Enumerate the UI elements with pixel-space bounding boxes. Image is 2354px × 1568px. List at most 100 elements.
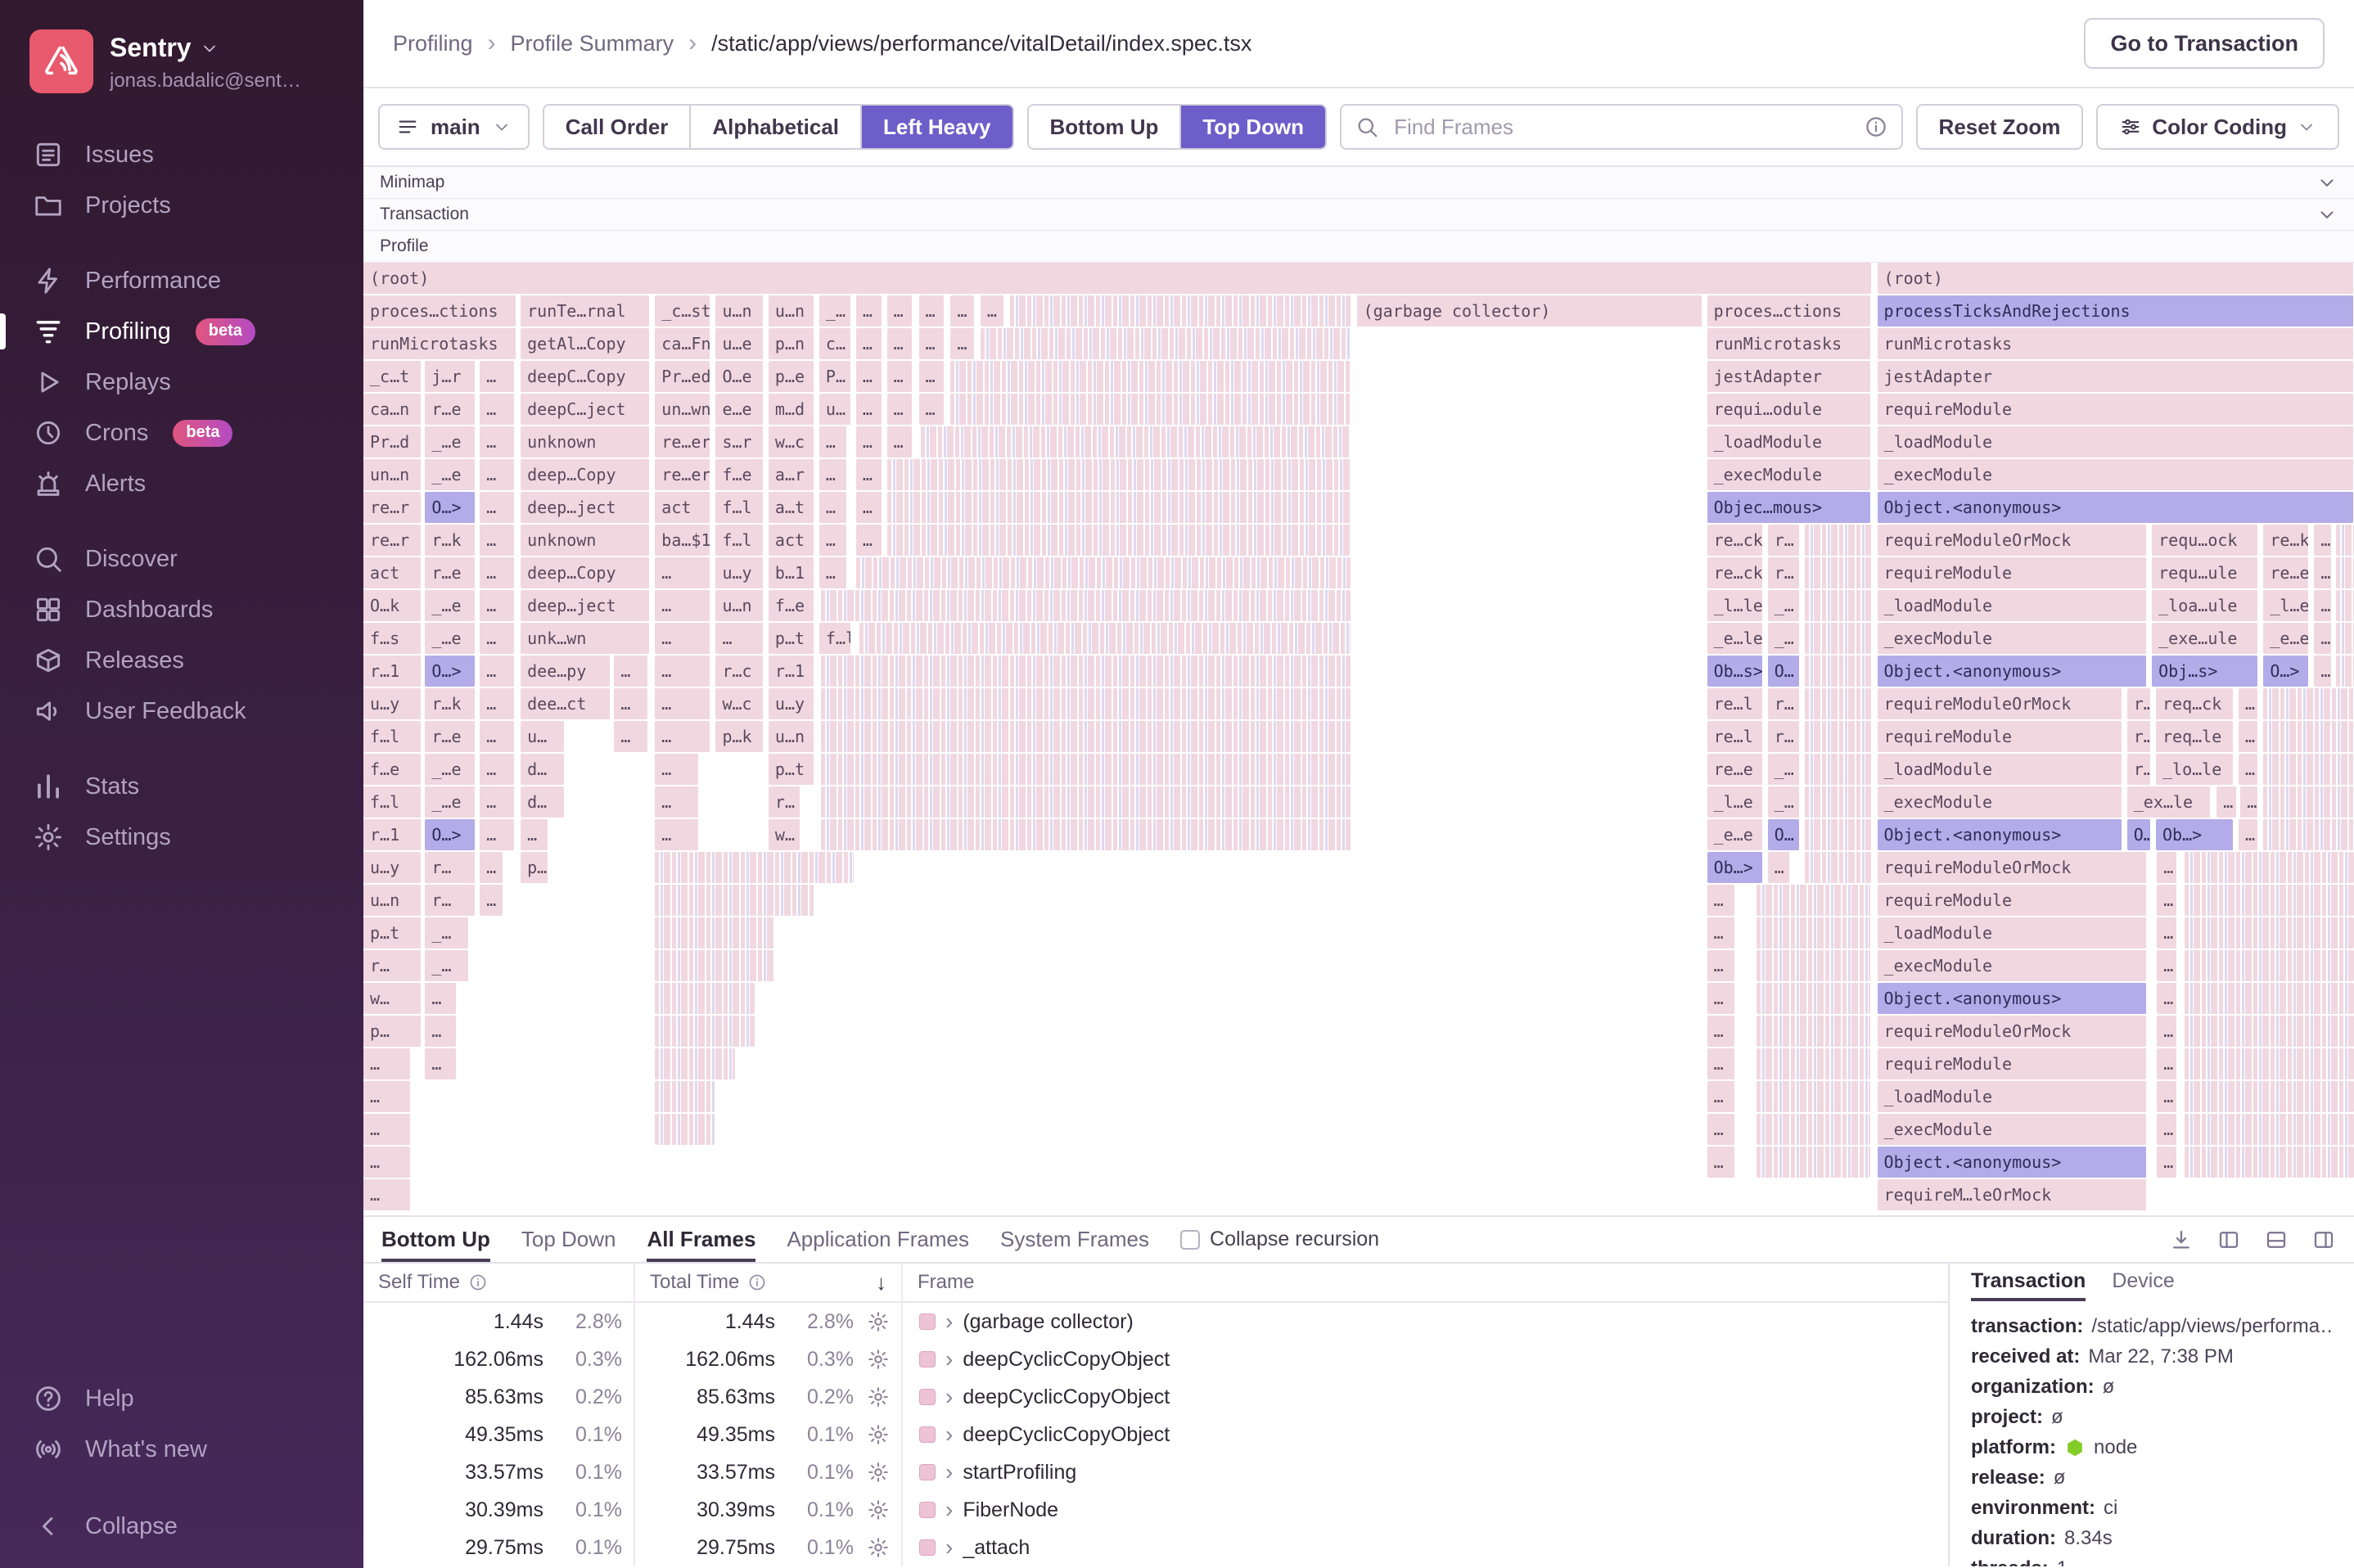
sidebar-item-user-feedback[interactable]: User Feedback bbox=[0, 686, 363, 737]
flame-frame-unknown[interactable]: unknown bbox=[521, 525, 651, 556]
flame-frame-req-le[interactable]: req…le bbox=[2156, 721, 2234, 752]
flame-frame-[interactable]: … bbox=[480, 525, 515, 556]
flame-frame-re-r[interactable]: re…r bbox=[363, 492, 422, 523]
flame-frame-[interactable]: … bbox=[1707, 1048, 1735, 1079]
flame-frame-[interactable]: … bbox=[818, 459, 847, 490]
expand-chevron-icon[interactable]: › bbox=[945, 1498, 953, 1521]
flame-frame-[interactable]: … bbox=[614, 721, 648, 752]
flame-frame-[interactable]: … bbox=[1767, 852, 1790, 883]
flame-frame-[interactable]: … bbox=[2238, 754, 2259, 785]
flame-frame-[interactable]: … bbox=[918, 394, 945, 425]
flame-frame-[interactable]: … bbox=[614, 656, 648, 687]
breadcrumb-profile-summary[interactable]: Profile Summary bbox=[511, 31, 674, 56]
flame-frame-[interactable]: … bbox=[2238, 721, 2259, 752]
flame-frame-execmodule[interactable]: _execModule bbox=[1877, 623, 2148, 654]
total-time-info-icon[interactable] bbox=[747, 1273, 767, 1292]
flame-frame-[interactable]: … bbox=[855, 525, 882, 556]
thread-selector[interactable]: main bbox=[378, 104, 530, 150]
flame-frame-re-er[interactable]: re…er bbox=[655, 459, 711, 490]
flame-frame-u-n[interactable]: u…n bbox=[715, 295, 764, 327]
sidebar-item-alerts[interactable]: Alerts bbox=[0, 458, 363, 509]
flame-frame-d[interactable]: d… bbox=[521, 786, 565, 818]
flame-frame-[interactable]: … bbox=[855, 492, 882, 523]
flame-frame-[interactable]: … bbox=[480, 721, 515, 752]
self-time-header[interactable]: Self Time bbox=[363, 1264, 635, 1301]
search-info-icon[interactable] bbox=[1864, 115, 1888, 139]
flame-frame-objec-mous[interactable]: Objec…mous> bbox=[1707, 492, 1872, 523]
flame-frame-r[interactable]: r… bbox=[425, 852, 476, 883]
flame-frame-[interactable]: … bbox=[886, 328, 913, 359]
flame-frame-r-e[interactable]: r…e bbox=[425, 394, 476, 425]
flame-frame-jestadapter[interactable]: jestAdapter bbox=[1877, 361, 2354, 392]
flame-frame-loadmodule[interactable]: _loadModule bbox=[1877, 590, 2148, 621]
flame-frame-[interactable]: … bbox=[2314, 656, 2333, 687]
flame-frame-[interactable]: … bbox=[480, 819, 515, 850]
flame-frame-[interactable]: … bbox=[655, 819, 699, 850]
flame-frame-[interactable]: … bbox=[2157, 983, 2177, 1014]
flame-frame-un-n[interactable]: un…n bbox=[363, 459, 422, 490]
flame-frame-[interactable]: … bbox=[425, 1016, 458, 1047]
flame-frame-[interactable]: _… bbox=[1767, 590, 1800, 621]
flame-frame-r-1[interactable]: r…1 bbox=[363, 819, 422, 850]
flame-frame-object-anonymous[interactable]: Object.<anonymous> bbox=[1877, 656, 2148, 687]
sidebar-item-stats[interactable]: Stats bbox=[0, 761, 363, 812]
flame-frame-[interactable]: … bbox=[2157, 1048, 2177, 1079]
table-row[interactable]: 49.35ms 0.1% 49.35ms 0.1% › deepCyclicCopyObj… bbox=[363, 1416, 1948, 1453]
flame-frame-[interactable]: … bbox=[1707, 885, 1735, 916]
flame-frame-u-n[interactable]: u…n bbox=[363, 885, 422, 916]
flame-frame-[interactable]: … bbox=[855, 361, 882, 392]
expand-chevron-icon[interactable]: › bbox=[945, 1348, 953, 1371]
flame-frame-[interactable]: … bbox=[480, 492, 515, 523]
flame-frame-w[interactable]: w… bbox=[768, 819, 800, 850]
flame-frame-f-l[interactable]: f…l bbox=[818, 623, 851, 654]
flame-frame-[interactable]: … bbox=[480, 656, 515, 687]
flame-frame-u-y[interactable]: u…y bbox=[715, 557, 764, 588]
flame-frame-[interactable]: … bbox=[918, 361, 945, 392]
sidebar-item-profiling[interactable]: Profiling beta bbox=[0, 306, 363, 357]
flame-frame-r-c[interactable]: r…c bbox=[715, 656, 764, 687]
flame-frame-[interactable]: … bbox=[480, 557, 515, 588]
flame-frame-proces-ctions[interactable]: proces…ctions bbox=[363, 295, 517, 327]
flame-frame-[interactable]: … bbox=[2314, 557, 2333, 588]
table-row[interactable]: 85.63ms 0.2% 85.63ms 0.2% › deepCyclicCopyObj… bbox=[363, 1378, 1948, 1416]
flame-frame-r-k[interactable]: r…k bbox=[425, 688, 476, 719]
flame-frame-root[interactable]: (root) bbox=[1877, 263, 2354, 294]
gear-icon[interactable] bbox=[867, 1461, 890, 1484]
flame-frame-getal-copy[interactable]: getAl…Copy bbox=[521, 328, 651, 359]
flame-frame-r-e[interactable]: r…e bbox=[425, 721, 476, 752]
flame-frame-object-anonymous[interactable]: Object.<anonymous> bbox=[1877, 983, 2148, 1014]
flame-frame-[interactable]: … bbox=[480, 459, 515, 490]
flame-frame-e[interactable]: _…e bbox=[425, 623, 476, 654]
flame-frame-act[interactable]: act bbox=[363, 557, 422, 588]
flame-frame-r[interactable]: r… bbox=[1767, 525, 1800, 556]
flame-frame-[interactable]: _… bbox=[1767, 754, 1800, 785]
flame-frame-p-n[interactable]: p…n bbox=[768, 328, 814, 359]
frame-header[interactable]: Frame bbox=[903, 1264, 1948, 1301]
flame-frame-runmicrotasks[interactable]: runMicrotasks bbox=[1707, 328, 1872, 359]
flame-frame-[interactable]: … bbox=[480, 786, 515, 818]
expand-chevron-icon[interactable]: › bbox=[945, 1310, 953, 1333]
flame-frame-w-c[interactable]: w…c bbox=[715, 688, 764, 719]
sidebar-item-performance[interactable]: Performance bbox=[0, 255, 363, 306]
flame-frame-runmicrotasks[interactable]: runMicrotasks bbox=[1877, 328, 2354, 359]
gear-icon[interactable] bbox=[867, 1498, 890, 1521]
flame-frame-[interactable]: … bbox=[855, 459, 882, 490]
flame-frame-execmodule[interactable]: _execModule bbox=[1877, 1114, 2148, 1145]
flame-graph[interactable]: (root) (root) proces…ctions runTe…rnal _c…st… bbox=[363, 263, 2354, 1215]
flame-frame-object-anonymous[interactable]: Object.<anonymous> bbox=[1877, 492, 2354, 523]
flame-frame-[interactable]: … bbox=[480, 426, 515, 457]
minimap-collapse-chevron-icon[interactable] bbox=[2316, 172, 2338, 193]
flame-frame-[interactable]: … bbox=[425, 983, 458, 1014]
flame-frame-o[interactable]: O…> bbox=[2263, 656, 2310, 687]
flame-frame-object-anonymous[interactable]: Object.<anonymous> bbox=[1877, 819, 2122, 850]
flame-frame-[interactable]: … bbox=[2157, 885, 2177, 916]
flame-frame-[interactable]: … bbox=[2240, 786, 2259, 818]
sidebar-item-crons[interactable]: Crons beta bbox=[0, 408, 363, 458]
flame-frame-[interactable]: … bbox=[2157, 1016, 2177, 1047]
flame-frame-deep-ject[interactable]: deep…ject bbox=[521, 590, 651, 621]
flame-frame-d[interactable]: d… bbox=[521, 754, 565, 785]
expand-chevron-icon[interactable]: › bbox=[945, 1386, 953, 1408]
flame-frame-[interactable]: … bbox=[1707, 1081, 1735, 1112]
flame-frame-runmicrotasks[interactable]: runMicrotasks bbox=[363, 328, 517, 359]
flame-frame-requiremoduleormock[interactable]: requireModuleOrMock bbox=[1877, 688, 2122, 719]
